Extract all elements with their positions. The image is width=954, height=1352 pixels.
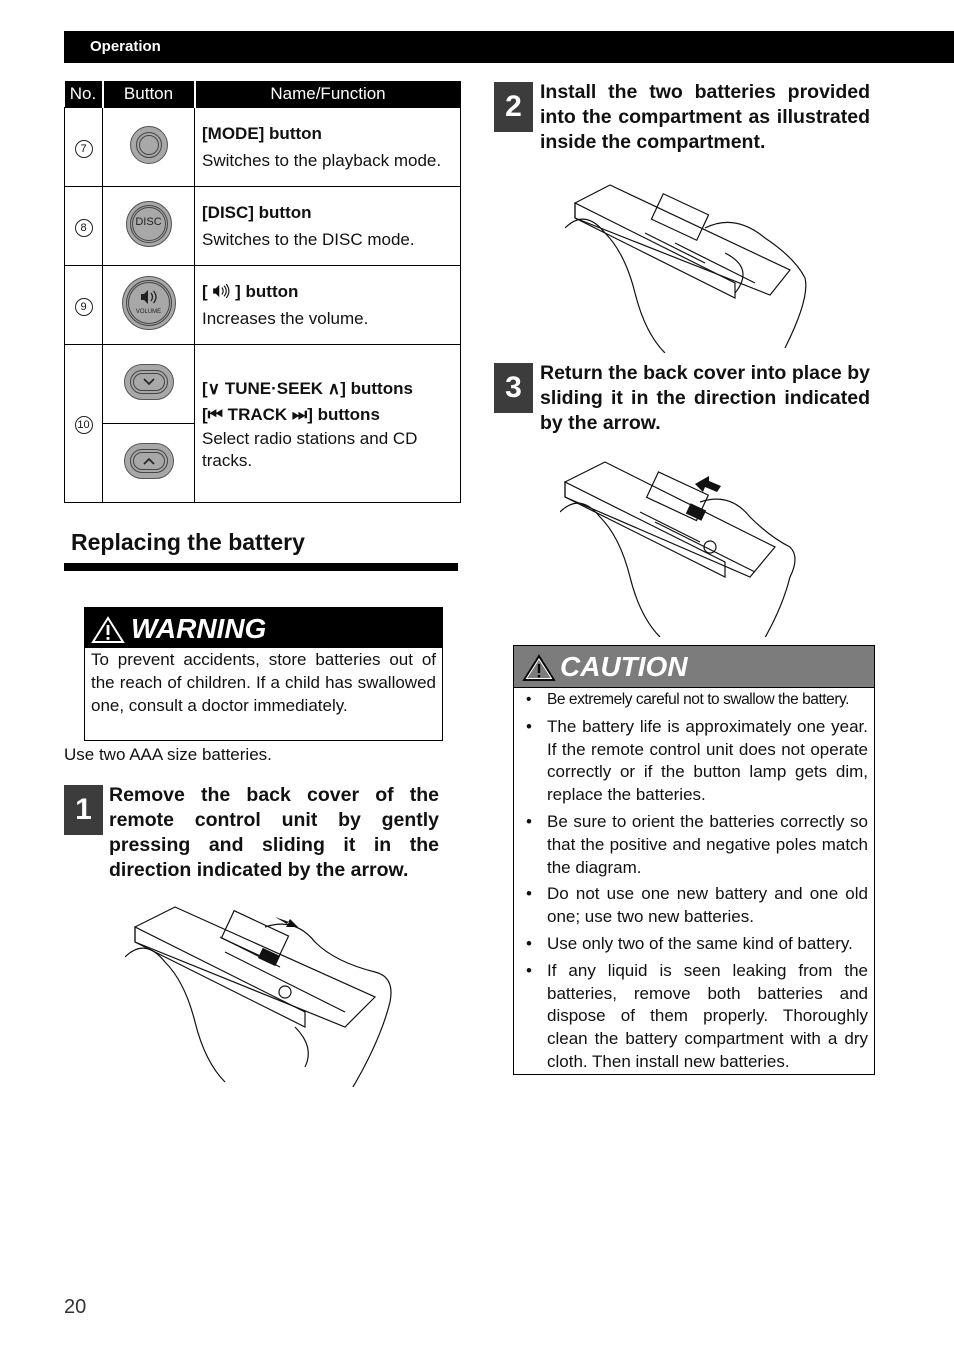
section-title: Replacing the battery	[71, 529, 305, 555]
column-header-button: Button	[102, 81, 196, 108]
button-name: [DISC] button	[202, 203, 312, 222]
caution-triangle-icon	[522, 654, 556, 681]
speaker-icon	[213, 283, 230, 299]
section-divider	[64, 563, 458, 571]
volume-button-label: VOLUME	[135, 308, 162, 315]
disc-button-label: DISC	[135, 215, 162, 228]
warning-text: To prevent accidents, store batteries ou…	[91, 650, 436, 715]
warning-triangle-icon	[91, 616, 125, 643]
chevron-down-icon	[142, 377, 155, 385]
speaker-icon	[140, 289, 157, 304]
mode-button-icon	[129, 125, 168, 164]
column-header-no: No.	[64, 81, 104, 108]
disc-button-icon: DISC	[125, 200, 172, 247]
button-name-line1: [∨ TUNE·SEEK ∧] buttons	[202, 378, 413, 398]
button-function: Switches to the DISC mode.	[202, 230, 415, 249]
step-text-3: Return the back cover into place by slid…	[540, 362, 870, 434]
caution-item: Do not use one new battery and one old o…	[522, 883, 868, 929]
button-name-line2: [⏮ TRACK ⏭] buttons	[202, 404, 380, 424]
button-function: Increases the volume.	[202, 309, 369, 328]
section-header-bar: Operation	[64, 31, 954, 63]
button-name: [MODE] button	[202, 124, 322, 143]
step-number-3: 3	[494, 363, 533, 413]
caution-header: CAUTION	[514, 646, 874, 688]
step-text-2: Install the two batteries provided into …	[540, 81, 870, 153]
warning-box: WARNING To prevent accidents, store batt…	[84, 607, 443, 741]
step-number-1: 1	[64, 785, 103, 835]
table-row: 10 [∨ TUNE·SEEK ∧] buttons [⏮ TRACK ⏭] b…	[64, 344, 461, 503]
install-batteries-illustration	[565, 178, 815, 353]
caution-list: Be extremely careful not to swallow the …	[514, 689, 874, 1074]
button-function: Select radio stations and CD tracks.	[202, 428, 418, 470]
column-header-name-function: Name/Function	[194, 81, 461, 108]
table-header-row: No. Button Name/Function	[64, 81, 461, 108]
caution-item: If any liquid is seen leaking from the b…	[522, 960, 868, 1074]
volume-button-icon: VOLUME	[121, 275, 176, 330]
section-header-label: Operation	[90, 38, 161, 55]
table-row: 9 VOLUME [] button Increases the volume…	[64, 265, 461, 345]
table-row: 8 DISC [DISC] button Switches to the DIS…	[64, 186, 461, 266]
row-number: 7	[74, 139, 93, 158]
step-text-1: Remove the back cover of the remote cont…	[109, 784, 439, 881]
tune-seek-down-button-icon	[123, 363, 174, 400]
tune-seek-up-button-icon	[123, 442, 174, 479]
step-number-2: 2	[494, 82, 533, 132]
button-name-suffix: ] button	[235, 282, 299, 301]
button-function-table: No. Button Name/Function 7 [MODE] button…	[64, 81, 461, 503]
row-number: 8	[74, 218, 93, 237]
button-function: Switches to the playback mode.	[202, 151, 442, 170]
battery-note: Use two AAA size batteries.	[64, 745, 272, 764]
caution-item: Be extremely careful not to swallow the …	[522, 689, 868, 712]
caution-title: CAUTION	[560, 651, 688, 682]
page-number: 20	[64, 1296, 87, 1318]
caution-item: Use only two of the same kind of battery…	[522, 933, 868, 956]
warning-title: WARNING	[131, 613, 267, 644]
chevron-up-icon	[142, 457, 155, 465]
warning-header: WARNING	[85, 608, 442, 648]
table-row: 7 [MODE] button Switches to the playback…	[64, 107, 461, 187]
button-name-prefix: [	[202, 282, 208, 301]
row-number: 10	[74, 416, 93, 434]
caution-item: The battery life is approximately one ye…	[522, 716, 868, 807]
return-cover-illustration	[560, 452, 800, 637]
caution-box: CAUTION Be extremely careful not to swal…	[513, 645, 875, 1075]
remove-cover-illustration	[125, 897, 395, 1087]
caution-item: Be sure to orient the batteries correctl…	[522, 811, 868, 879]
row-number: 9	[74, 297, 93, 316]
